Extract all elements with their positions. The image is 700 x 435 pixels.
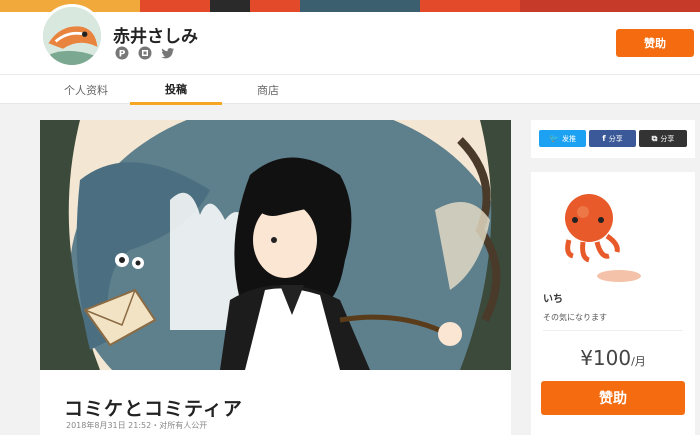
share-facebook-button[interactable]: f 分享	[589, 130, 636, 147]
share-icon: ⧉	[651, 133, 658, 143]
plan-price: ¥100/月	[531, 346, 695, 370]
plan-divider	[543, 330, 683, 331]
share-copy-button[interactable]: ⧉ 分享	[639, 130, 687, 147]
tab-shop[interactable]: 商店	[222, 75, 314, 105]
twitter-icon[interactable]	[161, 45, 175, 59]
plan-description: その気になります	[543, 313, 607, 322]
share-bar: 🐦 发推 f 分享 ⧉ 分享	[531, 120, 695, 158]
social-links: P	[115, 45, 175, 60]
share-copy-label: 分享	[660, 134, 675, 143]
plan-price-amount: ¥100	[580, 346, 632, 370]
plan-card: いち その気になります ¥100/月 赞助	[531, 172, 695, 435]
share-twitter-button[interactable]: 🐦 发推	[539, 130, 586, 147]
plan-sponsor-button[interactable]: 赞助	[541, 381, 685, 415]
plan-image	[545, 182, 655, 282]
svg-text:P: P	[119, 50, 126, 60]
avatar[interactable]	[40, 4, 104, 68]
booth-icon[interactable]	[138, 45, 152, 60]
plan-price-unit: /月	[631, 355, 646, 368]
post-meta: 2018年8月31日 21:52・对所有人公开	[66, 421, 208, 430]
tab-profile[interactable]: 个人资料	[40, 75, 132, 105]
tab-posts[interactable]: 投稿	[130, 75, 222, 105]
plan-name: いち	[543, 294, 563, 305]
creator-header: 赤井さしみ P 赞助	[0, 4, 700, 74]
post-cover-image[interactable]	[40, 120, 511, 370]
sponsor-button[interactable]: 赞助	[616, 29, 694, 57]
post-title[interactable]: コミケとコミティア	[64, 394, 243, 421]
profile-tabs: 个人资料 投稿 商店	[0, 74, 700, 105]
post-card: コミケとコミティア 2018年8月31日 21:52・对所有人公开	[40, 120, 511, 435]
header-banner	[0, 0, 700, 12]
share-twitter-label: 发推	[561, 134, 576, 143]
creator-name: 赤井さしみ	[113, 27, 198, 47]
twitter-icon: 🐦	[549, 134, 559, 143]
share-facebook-label: 分享	[608, 134, 623, 143]
pixiv-icon[interactable]: P	[115, 45, 129, 60]
facebook-icon: f	[602, 134, 606, 143]
